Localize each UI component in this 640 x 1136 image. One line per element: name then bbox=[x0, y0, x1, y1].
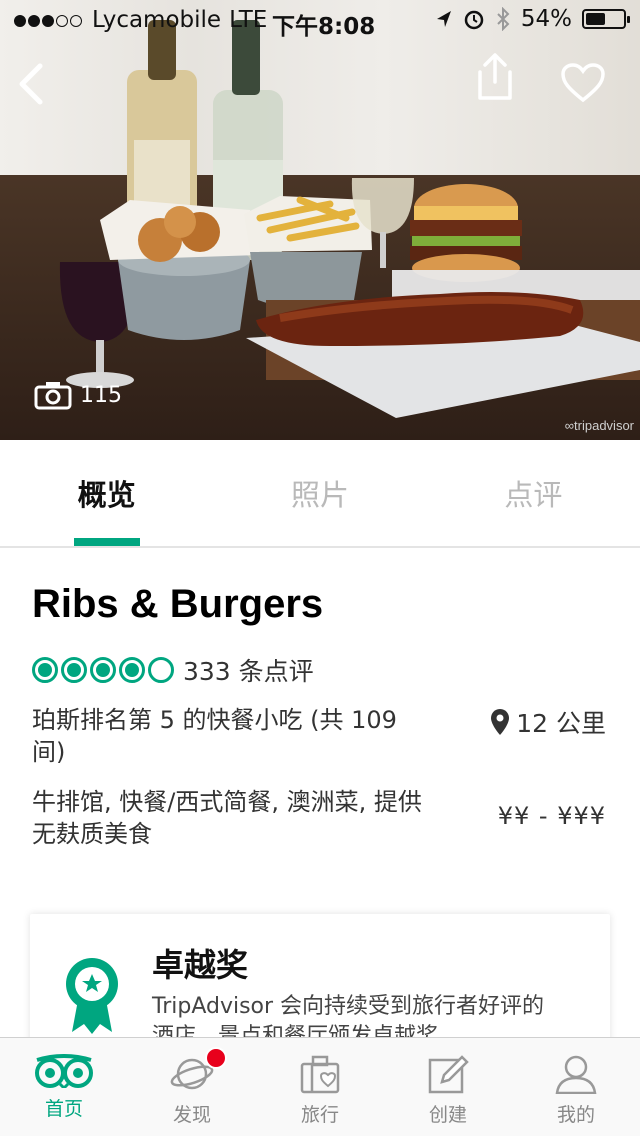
map-pin-icon bbox=[491, 709, 510, 735]
restaurant-name: Ribs & Burgers bbox=[32, 582, 324, 626]
camera-icon bbox=[34, 382, 72, 410]
nav-home-label: 首页 bbox=[44, 1098, 83, 1120]
rating-bubble bbox=[32, 657, 58, 683]
rating-row[interactable]: 333 条点评 bbox=[32, 652, 314, 688]
nav-trips[interactable]: 旅行 bbox=[256, 1038, 384, 1136]
nav-trips-label: 旅行 bbox=[300, 1104, 339, 1126]
tripadvisor-watermark: ∞tripadvisor bbox=[564, 418, 634, 433]
profile-icon bbox=[555, 1055, 597, 1094]
distance: 12 公里 bbox=[490, 704, 606, 740]
bottom-navigation: 首页 发现 旅行 创建 我的 bbox=[0, 1037, 640, 1136]
network-type: LTE bbox=[229, 7, 268, 33]
cuisine-tags: 牛排馆, 快餐/西式简餐, 澳洲菜, 提供无麸质美食 bbox=[32, 788, 422, 848]
nav-create-label: 创建 bbox=[428, 1104, 467, 1126]
rating-bubble bbox=[148, 657, 174, 683]
rating-bubble bbox=[90, 657, 116, 683]
award-ribbon-icon bbox=[66, 958, 118, 1034]
signal-strength-icon bbox=[14, 7, 84, 33]
clock: 下午8:08 bbox=[272, 14, 376, 40]
rating-bubbles bbox=[32, 657, 174, 683]
award-title: 卓越奖 bbox=[152, 946, 249, 984]
tripadvisor-owl-icon bbox=[35, 1054, 93, 1088]
active-tab-indicator bbox=[74, 538, 140, 546]
nav-discover[interactable]: 发现 bbox=[128, 1038, 256, 1136]
price-range: ¥¥ - ¥¥¥ bbox=[497, 802, 606, 830]
ranking-text: 珀斯排名第 5 的快餐小吃 (共 109 间) bbox=[32, 706, 397, 766]
nav-profile[interactable]: 我的 bbox=[512, 1038, 640, 1136]
nav-home[interactable]: 首页 bbox=[0, 1038, 128, 1136]
nav-create[interactable]: 创建 bbox=[384, 1038, 512, 1136]
review-count[interactable]: 333 条点评 bbox=[183, 652, 314, 688]
location-arrow-icon bbox=[436, 11, 451, 27]
watermark-owl-icon: ∞ bbox=[564, 418, 575, 433]
suitcase-heart-icon bbox=[300, 1055, 340, 1094]
rating-bubble bbox=[61, 657, 87, 683]
tab-overview[interactable]: 概览 bbox=[0, 440, 213, 546]
tab-photos[interactable]: 照片 bbox=[213, 440, 426, 546]
hero-photo[interactable] bbox=[0, 0, 640, 440]
share-button[interactable] bbox=[474, 52, 516, 104]
detail-tabs: 概览 照片 点评 bbox=[0, 440, 640, 548]
photo-count-button[interactable]: 115 bbox=[34, 380, 122, 410]
food-photo-illustration bbox=[59, 20, 640, 418]
distance-value: 12 公里 bbox=[516, 709, 606, 738]
alarm-icon bbox=[464, 10, 484, 30]
bluetooth-icon bbox=[497, 7, 510, 31]
back-button[interactable] bbox=[14, 60, 48, 108]
discover-notification-badge bbox=[205, 1047, 227, 1069]
carrier-name: Lycamobile bbox=[92, 7, 222, 33]
nav-discover-label: 发现 bbox=[172, 1104, 211, 1126]
favorite-heart-button[interactable] bbox=[560, 62, 606, 104]
tab-reviews[interactable]: 点评 bbox=[427, 440, 640, 546]
nav-profile-label: 我的 bbox=[556, 1104, 595, 1126]
rating-bubble bbox=[119, 657, 145, 683]
status-bar: Lycamobile LTE 下午8:08 54% bbox=[0, 0, 640, 40]
edit-icon bbox=[428, 1055, 469, 1094]
battery-percent: 54% bbox=[520, 6, 572, 32]
photo-count: 115 bbox=[80, 382, 122, 408]
battery-icon bbox=[582, 9, 630, 29]
